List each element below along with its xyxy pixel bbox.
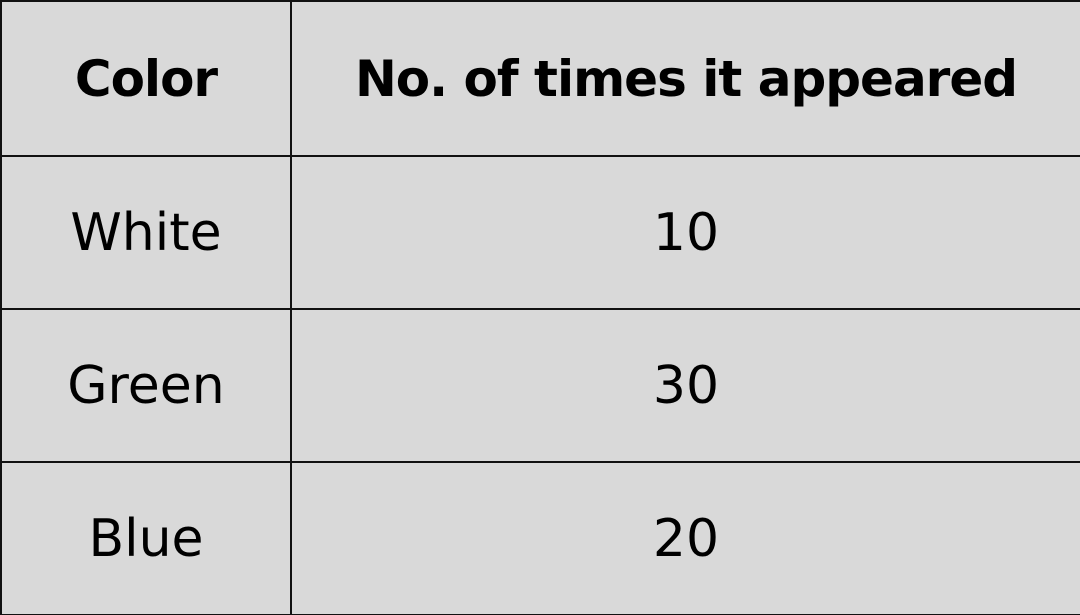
table-row: Green 30	[0, 308, 1080, 463]
cell-count: 30	[290, 308, 1080, 463]
cell-color: Blue	[0, 461, 292, 615]
cell-color: White	[0, 155, 292, 310]
header-color: Color	[0, 0, 292, 157]
table-header-row: Color No. of times it appeared	[0, 0, 1080, 157]
header-count: No. of times it appeared	[290, 0, 1080, 157]
table-row: White 10	[0, 155, 1080, 310]
cell-count: 20	[290, 461, 1080, 615]
cell-color: Green	[0, 308, 292, 463]
color-frequency-table: Color No. of times it appeared White 10 …	[0, 0, 1080, 615]
cell-count: 10	[290, 155, 1080, 310]
table-row: Blue 20	[0, 461, 1080, 615]
